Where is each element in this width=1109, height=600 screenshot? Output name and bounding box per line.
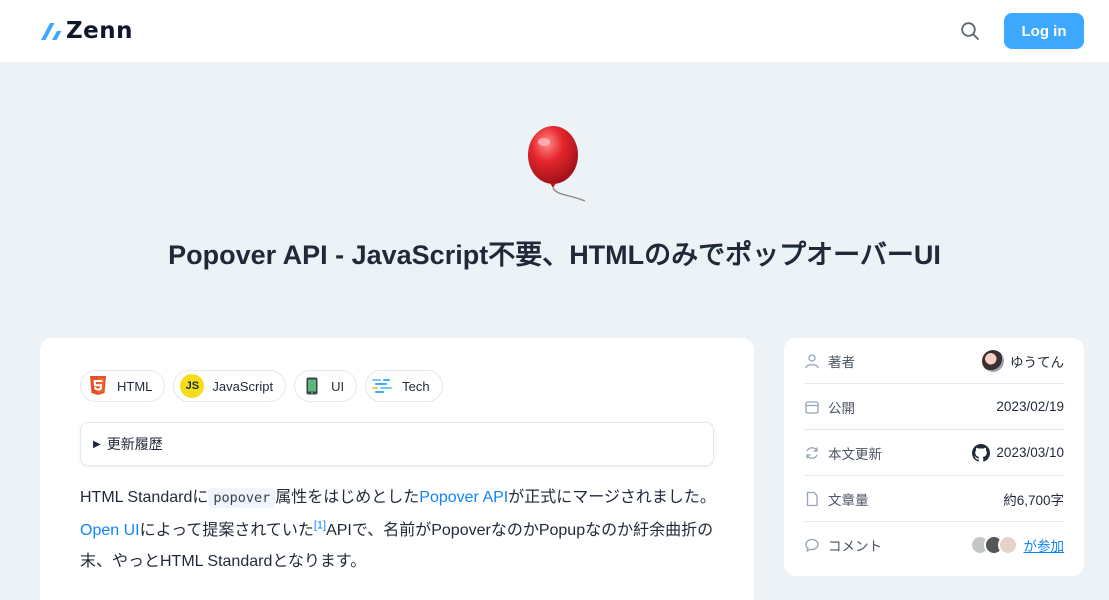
body-text: 属性をはじめとした (275, 489, 420, 506)
updated-date: 2023/03/10 (996, 445, 1064, 460)
open-ui-link[interactable]: Open UI (80, 522, 140, 539)
word-count-value: 約6,700字 (1003, 492, 1064, 508)
zenn-logo-icon (41, 23, 62, 40)
author-row: 著者 ゆうてん (804, 338, 1064, 384)
article-title: Popover API - JavaScript不要、HTMLのみでポップオーバ… (168, 240, 941, 270)
tag-tech[interactable]: Tech (365, 370, 443, 402)
word-count-label: 文章量 (804, 489, 869, 509)
calendar-icon (805, 400, 819, 414)
tech-icon (372, 375, 394, 397)
top-navbar: Zenn Log in (0, 0, 1109, 62)
comment-row: コメント が参加 (804, 522, 1064, 568)
comment-label: コメント (804, 535, 882, 555)
participants-link[interactable]: が参加 (1024, 535, 1065, 555)
author-name: ゆうてん (1010, 354, 1064, 370)
article-card: HTML JS JavaScript UI Tech ▶ 更新履歴 HTML S… (40, 338, 754, 600)
balloon-emoji (528, 126, 586, 202)
comment-icon (805, 538, 819, 552)
search-button[interactable] (957, 18, 983, 44)
tag-javascript[interactable]: JS JavaScript (173, 370, 287, 402)
label-text: 著者 (828, 354, 855, 370)
updated-label: 本文更新 (804, 443, 882, 463)
inline-code: popover (208, 488, 276, 508)
tag-label: JavaScript (212, 378, 274, 394)
zenn-logo[interactable]: Zenn (40, 18, 133, 44)
label-text: コメント (828, 539, 882, 554)
js-icon: JS (180, 374, 205, 398)
login-button[interactable]: Log in (1004, 13, 1084, 49)
comment-participants[interactable]: が参加 (969, 535, 1065, 555)
github-icon (972, 443, 991, 462)
author-label: 著者 (804, 351, 855, 371)
label-text: 文章量 (828, 492, 869, 508)
published-date: 2023/02/19 (996, 399, 1064, 414)
avatar (997, 535, 1018, 555)
phone-icon (301, 375, 323, 397)
document-icon (806, 491, 818, 506)
tag-html[interactable]: HTML (80, 370, 166, 402)
refresh-icon (806, 446, 818, 459)
footnote-link[interactable]: [1] (314, 519, 326, 531)
body-text: HTML Standardに (80, 489, 209, 506)
avatar (982, 349, 1004, 372)
body-text: によって提案されていた (139, 521, 314, 539)
update-history-toggle[interactable]: ▶ 更新履歴 (80, 422, 714, 466)
triangle-right-icon: ▶ (93, 438, 101, 450)
html5-icon (87, 375, 109, 397)
search-icon (961, 22, 979, 40)
tag-list: HTML JS JavaScript UI Tech (80, 370, 443, 402)
word-count-row: 文章量 約6,700字 (804, 476, 1064, 522)
tag-ui[interactable]: UI (294, 370, 358, 402)
popover-api-link[interactable]: Popover API (419, 489, 508, 506)
tag-label: UI (331, 378, 345, 394)
label-text: 本文更新 (828, 446, 882, 462)
label-text: 公開 (828, 400, 855, 416)
tag-label: HTML (117, 378, 153, 394)
published-label: 公開 (804, 397, 855, 417)
details-label: 更新履歴 (106, 436, 163, 452)
updated-row: 本文更新 2023/03/10 (804, 430, 1064, 476)
article-info-panel: 著者 ゆうてん 公開 2023/02/19 本文更新 2023/03/10 文章… (784, 338, 1084, 576)
published-row: 公開 2023/02/19 (804, 384, 1064, 430)
tag-label: Tech (402, 378, 430, 394)
updated-value[interactable]: 2023/03/10 (972, 443, 1064, 462)
author-value[interactable]: ゆうてん (982, 349, 1064, 372)
user-icon (805, 353, 819, 368)
participant-avatars (969, 535, 1018, 555)
logo-text: Zenn (66, 18, 134, 44)
article-body: HTML Standardに popover 属性をはじめとしたPopover AP… (80, 482, 720, 578)
body-text: が正式にマージされました。 (508, 489, 716, 506)
